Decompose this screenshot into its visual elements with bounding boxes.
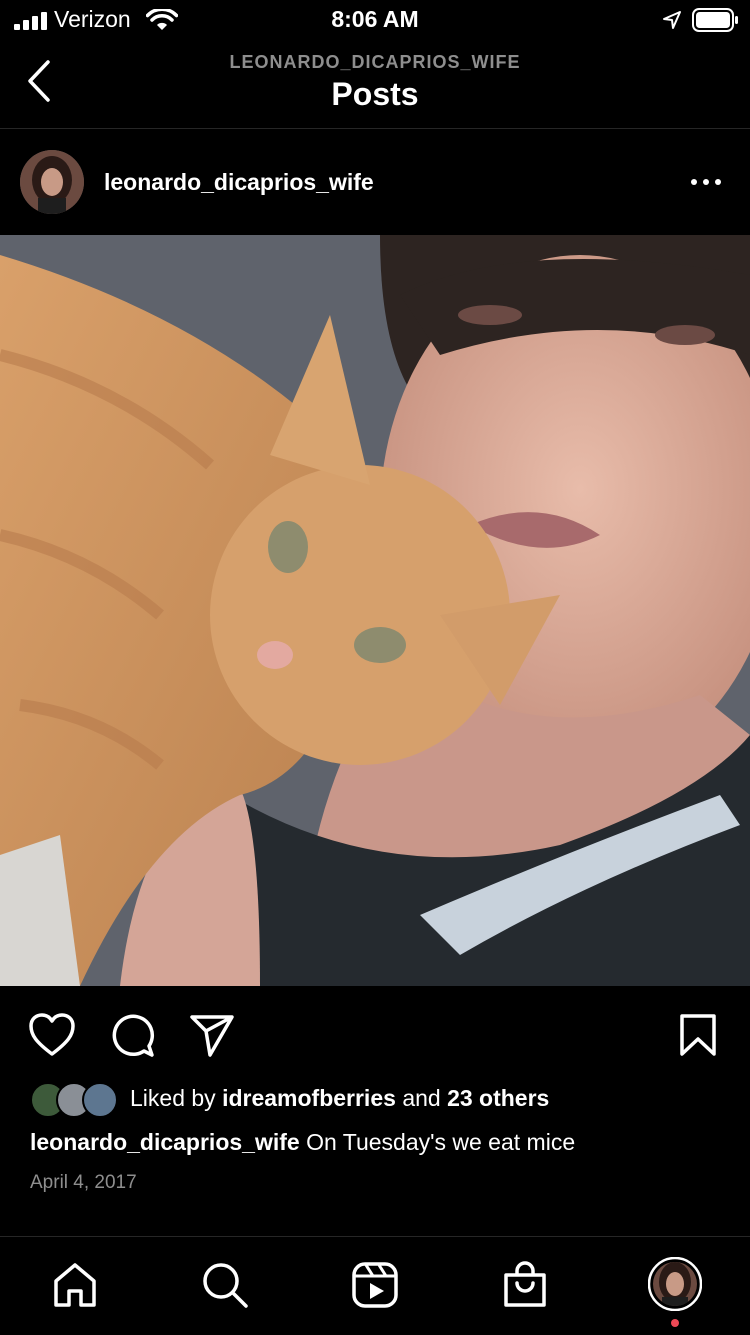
likes-text: Liked by idreamofberries and 23 others [130, 1085, 549, 1112]
post-actions [0, 986, 750, 1076]
liker-avatar [82, 1082, 118, 1118]
post-header: leonardo_dicaprios_wife [0, 129, 750, 235]
bookmark-icon[interactable] [678, 1013, 718, 1057]
caption-username[interactable]: leonardo_dicaprios_wife [30, 1129, 300, 1155]
page-title: Posts [331, 76, 419, 112]
caption-text: On Tuesday's we eat mice [306, 1129, 576, 1155]
comment-icon[interactable] [108, 1013, 156, 1057]
share-icon[interactable] [188, 1013, 236, 1057]
battery-icon [692, 8, 738, 32]
likes-others[interactable]: 23 others [447, 1085, 549, 1111]
page-header: LEONARDO_DICAPRIOS_WIFE Posts [0, 40, 750, 129]
clock: 8:06 AM [331, 6, 419, 32]
status-bar: Verizon 8:06 AM [0, 0, 750, 40]
search-icon[interactable] [201, 1261, 249, 1309]
notification-dot [671, 1319, 679, 1327]
location-icon [663, 11, 681, 29]
profile-avatar[interactable] [648, 1257, 702, 1311]
shop-icon[interactable] [501, 1261, 549, 1309]
reels-icon[interactable] [351, 1261, 399, 1309]
liker-username[interactable]: idreamofberries [222, 1085, 396, 1111]
header-username: LEONARDO_DICAPRIOS_WIFE [229, 52, 521, 72]
likes-prefix: Liked by [130, 1085, 216, 1111]
avatar[interactable] [20, 150, 84, 214]
post-image[interactable] [0, 235, 750, 986]
post-caption: leonardo_dicaprios_wife On Tuesday's we … [30, 1129, 575, 1156]
post-username[interactable]: leonardo_dicaprios_wife [104, 169, 374, 196]
bottom-nav [0, 1236, 750, 1335]
post-date: April 4, 2017 [30, 1172, 137, 1193]
likes-and: and [402, 1085, 441, 1111]
heart-icon[interactable] [28, 1013, 76, 1057]
more-options-icon[interactable] [688, 167, 724, 197]
likes-summary[interactable]: Liked by idreamofberries and 23 others [30, 1082, 730, 1118]
home-icon[interactable] [51, 1261, 99, 1309]
